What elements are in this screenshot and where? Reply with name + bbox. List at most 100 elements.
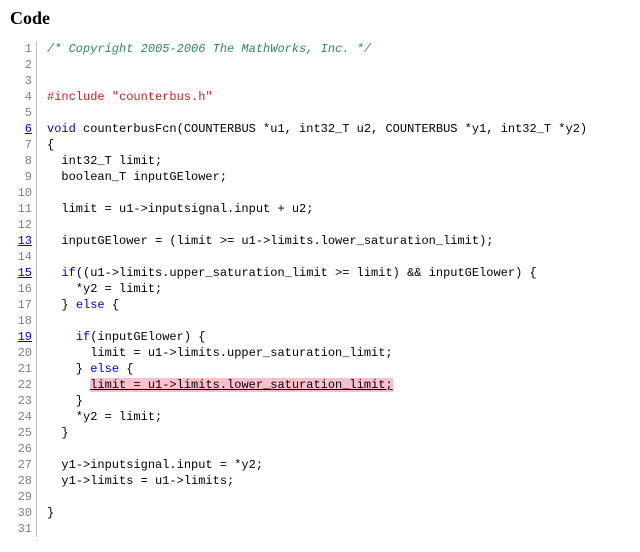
line-number: 8 [10,153,37,169]
code-token [47,266,61,280]
line-number: 31 [10,521,37,537]
code-content [37,521,54,537]
code-content: #include "counterbus.h" [37,89,213,105]
line-number: 9 [10,169,37,185]
code-line: 12 [10,217,630,233]
code-content [37,105,54,121]
line-number: 14 [10,249,37,265]
line-number: 5 [10,105,37,121]
code-line: 3 [10,73,630,89]
code-token: { [105,298,119,312]
code-line: 10 [10,185,630,201]
line-number: 18 [10,313,37,329]
line-number: 10 [10,185,37,201]
code-token: if [76,330,90,344]
code-content: int32_T limit; [37,153,162,169]
line-number: 12 [10,217,37,233]
code-line: 24 *y2 = limit; [10,409,630,425]
code-token [47,378,90,392]
code-token: limit = u1->limits.upper_saturation_limi… [47,346,393,360]
code-line: 6void counterbusFcn(COUNTERBUS *u1, int3… [10,121,630,137]
code-token: y1->limits = u1->limits; [47,474,234,488]
code-content: /* Copyright 2005-2006 The MathWorks, In… [37,41,371,57]
code-line: 11 limit = u1->inputsignal.input + u2; [10,201,630,217]
code-line: 29 [10,489,630,505]
code-line: 16 *y2 = limit; [10,281,630,297]
code-content: boolean_T inputGElower; [37,169,227,185]
code-content [37,73,54,89]
code-content: *y2 = limit; [37,281,162,297]
code-content: inputGElower = (limit >= u1->limits.lowe… [37,233,493,249]
code-line: 9 boolean_T inputGElower; [10,169,630,185]
code-content: limit = u1->inputsignal.input + u2; [37,201,313,217]
line-number-link[interactable]: 6 [10,121,37,137]
code-token: #include "counterbus.h" [47,90,213,104]
code-content: } else { [37,361,133,377]
code-content [37,313,54,329]
code-line: 13 inputGElower = (limit >= u1->limits.l… [10,233,630,249]
line-number: 7 [10,137,37,153]
code-token [47,330,76,344]
line-number-link[interactable]: 19 [10,329,37,345]
code-line: 21 } else { [10,361,630,377]
code-token: } [47,362,90,376]
line-number: 2 [10,57,37,73]
code-token: { [47,138,54,152]
code-token: else [76,298,105,312]
line-number: 27 [10,457,37,473]
code-token: *y2 = limit; [47,410,162,424]
code-line: 28 y1->limits = u1->limits; [10,473,630,489]
code-content [37,249,54,265]
line-number: 29 [10,489,37,505]
code-token: (inputGElower) { [90,330,205,344]
code-token: *y2 = limit; [47,282,162,296]
code-line: 25 } [10,425,630,441]
code-token: y1->inputsignal.input = *y2; [47,458,263,472]
code-token: } [47,298,76,312]
line-number: 11 [10,201,37,217]
line-number-link[interactable]: 13 [10,233,37,249]
line-number: 23 [10,393,37,409]
code-content [37,57,54,73]
code-token: counterbusFcn(COUNTERBUS *u1, int32_T u2… [76,122,587,136]
code-token: /* Copyright 2005-2006 The MathWorks, In… [47,42,371,56]
code-content: limit = u1->limits.upper_saturation_limi… [37,345,393,361]
code-line: 20 limit = u1->limits.upper_saturation_l… [10,345,630,361]
code-content [37,185,54,201]
code-content: y1->inputsignal.input = *y2; [37,457,263,473]
code-line: 26 [10,441,630,457]
code-token: } [47,426,69,440]
line-number: 28 [10,473,37,489]
code-content: } else { [37,297,119,313]
line-number: 25 [10,425,37,441]
code-line: 4#include "counterbus.h" [10,89,630,105]
code-content: y1->limits = u1->limits; [37,473,234,489]
code-token: limit = u1->inputsignal.input + u2; [47,202,313,216]
code-content: void counterbusFcn(COUNTERBUS *u1, int32… [37,121,587,137]
code-token: int32_T limit; [47,154,162,168]
line-number: 20 [10,345,37,361]
code-token: } [47,394,83,408]
code-line: 14 [10,249,630,265]
code-content [37,489,54,505]
code-content: limit = u1->limits.lower_saturation_limi… [37,377,393,393]
code-line: 18 [10,313,630,329]
code-token: ((u1->limits.upper_saturation_limit >= l… [76,266,537,280]
code-content: } [37,425,69,441]
code-token: void [47,122,76,136]
code-content: if(inputGElower) { [37,329,205,345]
code-line: 19 if(inputGElower) { [10,329,630,345]
code-line: 27 y1->inputsignal.input = *y2; [10,457,630,473]
code-line: 7{ [10,137,630,153]
code-line: 8 int32_T limit; [10,153,630,169]
code-content [37,441,54,457]
line-number: 26 [10,441,37,457]
code-token: limit = u1->limits.lower_saturation_limi… [90,378,392,392]
code-line: 22 limit = u1->limits.lower_saturation_l… [10,377,630,393]
code-line: 2 [10,57,630,73]
code-content [37,217,54,233]
code-content: } [37,393,83,409]
code-token: } [47,506,54,520]
line-number: 22 [10,377,37,393]
line-number-link[interactable]: 15 [10,265,37,281]
